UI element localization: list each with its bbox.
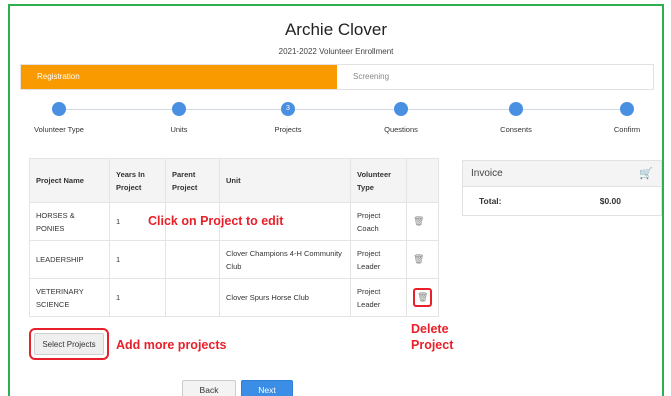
invoice-total-label: Total: [479,196,502,206]
project-name-cell[interactable]: VETERINARY SCIENCE [29,278,110,317]
unit-cell: Clover Spurs Horse Club [219,278,351,317]
progress-stepper: Volunteer Type Units 3 Projects Question… [10,100,666,140]
years-cell: 1 [109,278,166,317]
annotation-delete-line2: Project [411,338,454,352]
volunteer-type-cell: Project Leader [350,240,407,279]
parent-cell [165,240,220,279]
tab-registration[interactable]: Registration [21,65,337,89]
invoice-title: Invoice [471,168,503,179]
delete-row-button[interactable]: 🗑 [405,240,440,279]
trash-icon: 🗑 [413,216,425,226]
col-actions [405,158,440,203]
step-label: Units [170,125,188,134]
annotation-delete-line1: Delete [411,322,449,336]
table-row[interactable]: VETERINARY SCIENCE 1 Clover Spurs Horse … [29,278,440,317]
step-confirm[interactable]: Confirm [587,100,667,134]
projects-table: Project Name Years In Project Parent Pro… [29,158,440,317]
cart-icon[interactable]: 🛒 [639,161,653,187]
step-dot [52,102,66,116]
step-dot [394,102,408,116]
invoice-header: Invoice 🛒 [463,161,661,187]
col-volunteer-type: Volunteer Type [350,158,407,203]
step-dot [620,102,634,116]
step-units[interactable]: Units [139,100,219,134]
enrollment-panel: Archie Clover 2021-2022 Volunteer Enroll… [8,4,664,396]
annotation-add-more: Add more projects [116,338,227,352]
step-label: Confirm [613,125,641,134]
enrollment-subtitle: 2021-2022 Volunteer Enrollment [278,47,394,56]
project-name-cell[interactable]: HORSES & PONIES [29,202,110,241]
table-row[interactable]: LEADERSHIP 1 Clover Champions 4-H Commun… [29,240,440,279]
step-consents[interactable]: Consents [476,100,556,134]
years-cell: 1 [109,240,166,279]
invoice-total-row: Total: $0.00 [463,187,661,215]
tab-screening[interactable]: Screening [353,65,389,89]
step-label: Consents [500,125,532,134]
select-projects-button[interactable]: Select Projects [34,333,104,355]
step-dot [509,102,523,116]
volunteer-type-cell: Project Leader [350,278,407,317]
col-parent-project: Parent Project [165,158,220,203]
invoice-panel: Invoice 🛒 Total: $0.00 [462,160,662,216]
step-volunteer-type[interactable]: Volunteer Type [19,100,99,134]
annotation-delete: Delete Project [411,321,471,353]
delete-row-button[interactable]: 🗑 [405,278,440,317]
delete-row-button[interactable]: 🗑 [405,202,440,241]
step-questions[interactable]: Questions [361,100,441,134]
unit-cell: Clover Champions 4-H Community Club [219,240,351,279]
tab-bar: Registration Screening [20,64,654,90]
step-dot [172,102,186,116]
step-dot-current: 3 [281,102,295,116]
next-button[interactable]: Next [241,380,293,396]
back-button[interactable]: Back [182,380,236,396]
step-label: Projects [274,125,302,134]
col-project-name: Project Name [29,158,110,203]
trash-icon: 🗑 [413,254,425,264]
volunteer-name: Archie Clover [284,20,388,39]
trash-icon: 🗑 [413,288,433,307]
annotation-click-edit: Click on Project to edit [148,214,284,228]
select-projects-button-highlight: Select Projects [29,328,109,360]
project-name-cell[interactable]: LEADERSHIP [29,240,110,279]
step-projects[interactable]: 3 Projects [248,100,328,134]
invoice-total-value: $0.00 [599,196,621,206]
volunteer-type-cell: Project Coach [350,202,407,241]
col-unit: Unit [219,158,351,203]
step-label: Volunteer Type [34,125,84,134]
parent-cell [165,278,220,317]
step-label: Questions [384,125,418,134]
col-years-in-project: Years In Project [109,158,166,203]
